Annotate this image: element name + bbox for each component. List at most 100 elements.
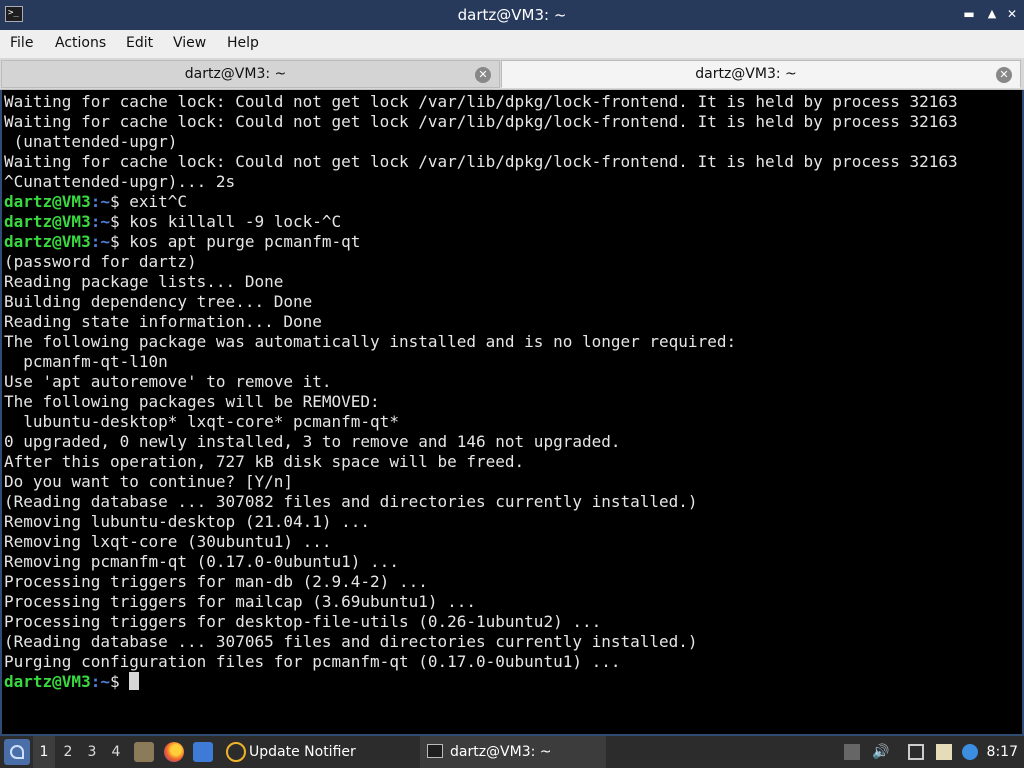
network-icon[interactable] (908, 744, 924, 760)
output-text: Processing triggers for mailcap (3.69ubu… (4, 592, 477, 611)
terminal-line: Building dependency tree... Done (4, 292, 958, 312)
output-text: After this operation, 727 kB disk space … (4, 452, 525, 471)
terminal-icon (427, 744, 443, 758)
task-label: dartz@VM3: ~ (450, 744, 552, 760)
tab-terminal-2[interactable]: dartz@VM3: ~ ✕ (501, 60, 1021, 88)
output-text: Reading package lists... Done (4, 272, 284, 291)
prompt-symbol: $ (109, 212, 130, 231)
command-text: kos apt purge pcmanfm-qt (129, 232, 361, 251)
prompt-symbol: $ (109, 192, 130, 211)
output-text: (Reading database ... 307082 files and d… (4, 492, 698, 511)
output-text: 0 upgraded, 0 newly installed, 3 to remo… (4, 432, 621, 451)
output-text: Building dependency tree... Done (4, 292, 313, 311)
start-menu-button[interactable] (4, 739, 30, 765)
workspace-4[interactable]: 4 (105, 736, 127, 768)
terminal-line: Removing pcmanfm-qt (0.17.0-0ubuntu1) ..… (4, 552, 958, 572)
terminal-line: The following package was automatically … (4, 332, 958, 352)
task-terminal[interactable]: dartz@VM3: ~ (420, 736, 606, 768)
update-icon[interactable] (962, 744, 978, 760)
output-text: pcmanfm-qt-l10n (4, 352, 168, 371)
terminal-line: Waiting for cache lock: Could not get lo… (4, 112, 958, 132)
terminal-line: Use 'apt autoremove' to remove it. (4, 372, 958, 392)
menu-help[interactable]: Help (227, 30, 259, 56)
terminal-line: Waiting for cache lock: Could not get lo… (4, 152, 958, 172)
tab-terminal-1[interactable]: dartz@VM3: ~ ✕ (1, 60, 500, 88)
output-text: Processing triggers for desktop-file-uti… (4, 612, 602, 631)
text-cursor (129, 672, 140, 690)
command-text: kos killall -9 lock-^C (129, 212, 342, 231)
output-text: Removing lxqt-core (30ubuntu1) ... (4, 532, 332, 551)
output-text: (unattended-upgr) (4, 132, 178, 151)
volume-icon[interactable]: 🔊 (872, 744, 889, 760)
prompt-path: :~ (90, 232, 110, 251)
prompt-user: dartz@VM3 (4, 192, 91, 211)
output-text: Processing triggers for man-db (2.9.4-2)… (4, 572, 428, 591)
terminal-line: Reading package lists... Done (4, 272, 958, 292)
tab-label: dartz@VM3: ~ (695, 66, 797, 82)
output-text: Waiting for cache lock: Could not get lo… (4, 112, 958, 131)
tab-close-icon[interactable]: ✕ (475, 67, 491, 83)
terminal-line: lubuntu-desktop* lxqt-core* pcmanfm-qt* (4, 412, 958, 432)
desktop-icon[interactable] (193, 742, 213, 762)
terminal-line: dartz@VM3:~$ kos killall -9 lock-^C (4, 212, 958, 232)
task-update-notifier[interactable]: Update Notifier (222, 736, 418, 768)
terminal-line: ^Cunattended-upgr)... 2s (4, 172, 958, 192)
terminal-line: The following packages will be REMOVED: (4, 392, 958, 412)
output-text: Use 'apt autoremove' to remove it. (4, 372, 332, 391)
terminal-line: Reading state information... Done (4, 312, 958, 332)
file-manager-icon[interactable] (134, 742, 154, 762)
terminal-line: dartz@VM3:~$ kos apt purge pcmanfm-qt (4, 232, 958, 252)
terminal-line: Removing lubuntu-desktop (21.04.1) ... (4, 512, 958, 532)
clipboard-icon[interactable] (936, 744, 952, 760)
terminal-output[interactable]: Waiting for cache lock: Could not get lo… (0, 90, 1024, 736)
terminal-line: dartz@VM3:~$ exit^C (4, 192, 958, 212)
prompt-user: dartz@VM3 (4, 232, 91, 251)
clock: 8:17 (986, 744, 1018, 760)
prompt-path: :~ (90, 192, 110, 211)
menu-file[interactable]: File (10, 30, 33, 56)
minimize-icon[interactable]: ▬ (962, 7, 976, 21)
terminal-line: dartz@VM3:~$ (4, 672, 958, 692)
output-text: Purging configuration files for pcmanfm-… (4, 652, 621, 671)
output-text: Waiting for cache lock: Could not get lo… (4, 152, 958, 171)
tab-bar: dartz@VM3: ~ ✕ dartz@VM3: ~ ✕ (0, 58, 1024, 90)
terminal-line: Do you want to continue? [Y/n] (4, 472, 958, 492)
firefox-icon[interactable] (164, 742, 184, 762)
terminal-line: pcmanfm-qt-l10n (4, 352, 958, 372)
menu-bar: File Actions Edit View Help (0, 30, 1024, 58)
menu-view[interactable]: View (173, 30, 206, 56)
output-text: lubuntu-desktop* lxqt-core* pcmanfm-qt* (4, 412, 399, 431)
eject-icon[interactable] (844, 744, 860, 760)
output-text: (Reading database ... 307065 files and d… (4, 632, 698, 651)
menu-actions[interactable]: Actions (55, 30, 106, 56)
terminal-line: Removing lxqt-core (30ubuntu1) ... (4, 532, 958, 552)
terminal-line: (Reading database ... 307065 files and d… (4, 632, 958, 652)
terminal-text: Waiting for cache lock: Could not get lo… (4, 92, 958, 692)
output-text: The following packages will be REMOVED: (4, 392, 380, 411)
workspace-1[interactable]: 1 (33, 736, 55, 768)
terminal-line: Processing triggers for mailcap (3.69ubu… (4, 592, 958, 612)
terminal-line: Processing triggers for man-db (2.9.4-2)… (4, 572, 958, 592)
output-text: (password for dartz) (4, 252, 197, 271)
task-label: Update Notifier (249, 744, 356, 760)
prompt-symbol: $ (109, 232, 130, 251)
output-text: Reading state information... Done (4, 312, 322, 331)
prompt-path: :~ (90, 212, 110, 231)
menu-edit[interactable]: Edit (126, 30, 153, 56)
maximize-icon[interactable]: ▲ (985, 7, 999, 21)
terminal-line: After this operation, 727 kB disk space … (4, 452, 958, 472)
workspace-3[interactable]: 3 (81, 736, 103, 768)
output-text: The following package was automatically … (4, 332, 737, 351)
close-icon[interactable]: ✕ (1005, 7, 1019, 21)
title-bar[interactable]: >_ dartz@VM3: ~ ▬ ▲ ✕ (0, 0, 1024, 30)
terminal-line: Waiting for cache lock: Could not get lo… (4, 92, 958, 112)
window-title: dartz@VM3: ~ (457, 6, 567, 24)
output-text: Removing pcmanfm-qt (0.17.0-0ubuntu1) ..… (4, 552, 399, 571)
prompt-user: dartz@VM3 (4, 672, 91, 691)
prompt-user: dartz@VM3 (4, 212, 91, 231)
terminal-line: 0 upgraded, 0 newly installed, 3 to remo… (4, 432, 958, 452)
workspace-2[interactable]: 2 (57, 736, 79, 768)
output-text: Removing lubuntu-desktop (21.04.1) ... (4, 512, 371, 531)
tab-label: dartz@VM3: ~ (184, 66, 287, 82)
tab-close-icon[interactable]: ✕ (996, 67, 1012, 83)
